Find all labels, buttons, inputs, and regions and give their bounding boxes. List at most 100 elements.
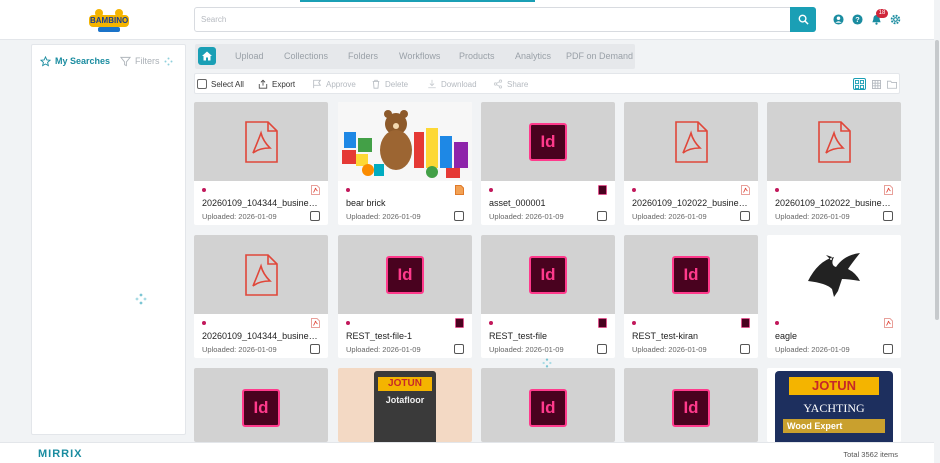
help-button[interactable]: ? — [851, 13, 863, 25]
home-icon — [202, 51, 212, 61]
indesign-type-icon — [455, 318, 464, 328]
asset-thumbnail: JOTUN YACHTING Wood Expert — [767, 368, 901, 442]
asset-card[interactable]: Id asset_000001 Uploaded: 2026-01-09 — [481, 102, 615, 225]
tab-analytics[interactable]: Analytics — [515, 51, 551, 61]
paint-can-image: JOTUN YACHTING Wood Expert — [775, 370, 893, 442]
status-dot — [775, 321, 779, 325]
asset-title: bear brick — [346, 198, 386, 208]
loading-spinner-icon — [135, 293, 147, 305]
settings-button[interactable] — [889, 13, 901, 25]
asset-select-checkbox[interactable] — [454, 344, 464, 354]
approve-button[interactable]: Approve — [312, 79, 356, 89]
status-dot — [489, 188, 493, 192]
product-label: YACHTING — [803, 400, 865, 415]
user-profile-button[interactable] — [832, 13, 844, 25]
page-scrollbar[interactable] — [934, 0, 940, 463]
status-dot — [775, 188, 779, 192]
folder-view-button[interactable] — [885, 78, 898, 90]
asset-card[interactable]: 20260109_104344_business... Uploaded: 20… — [194, 235, 328, 358]
asset-title: REST_test-file-1 — [346, 331, 413, 341]
download-label: Download — [441, 79, 477, 89]
asset-card[interactable]: 20260109_102022_business... Uploaded: 20… — [767, 102, 901, 225]
indesign-file-icon: Id — [529, 255, 567, 294]
tab-filters[interactable]: Filters — [120, 53, 173, 69]
total-items-count: Total 3562 items — [843, 450, 898, 459]
product-sub-label: Wood Expert — [783, 418, 885, 433]
product-label: Jotafloor — [385, 394, 425, 405]
folder-icon — [886, 80, 897, 89]
asset-card[interactable]: JOTUN Jotafloor — [338, 368, 472, 442]
asset-select-checkbox[interactable] — [740, 344, 750, 354]
loading-spinner-icon — [542, 358, 552, 368]
scrollbar-thumb[interactable] — [935, 40, 939, 320]
asset-card[interactable]: JOTUN YACHTING Wood Expert — [767, 368, 901, 442]
asset-thumbnail — [624, 102, 758, 181]
approve-label: Approve — [326, 79, 356, 89]
search-button[interactable] — [790, 7, 816, 32]
asset-select-checkbox[interactable] — [883, 211, 893, 221]
search-bar — [194, 7, 816, 32]
asset-card[interactable]: Id — [194, 368, 328, 442]
asset-title: 20260109_104344_business... — [202, 331, 318, 341]
export-button[interactable]: Export — [258, 79, 295, 89]
tab-pdf-on-demand[interactable]: PDF on Demand — [566, 51, 633, 61]
asset-thumbnail — [767, 102, 901, 181]
indesign-file-icon: Id — [242, 388, 280, 427]
indesign-file-icon: Id — [386, 255, 424, 294]
asset-thumbnail: Id — [481, 102, 615, 181]
tab-my-searches-label: My Searches — [55, 56, 111, 66]
bambino-logo[interactable]: BAMBINO — [86, 6, 132, 34]
home-button[interactable] — [198, 47, 216, 65]
tab-collections[interactable]: Collections — [284, 51, 328, 61]
delete-button[interactable]: Delete — [371, 79, 408, 89]
asset-select-checkbox[interactable] — [597, 211, 607, 221]
asset-card[interactable]: 20260109_102022_business... Uploaded: 20… — [624, 102, 758, 225]
select-all-checkbox[interactable]: Select All — [197, 79, 244, 89]
grid-view-button[interactable] — [853, 78, 866, 90]
image-type-icon — [455, 185, 464, 195]
asset-card[interactable]: bear brick Uploaded: 2026-01-09 — [338, 102, 472, 225]
share-label: Share — [507, 79, 529, 89]
eagle-image — [808, 252, 860, 297]
asset-card[interactable]: Id — [481, 368, 615, 442]
indesign-type-icon — [598, 318, 607, 328]
download-button[interactable]: Download — [427, 79, 477, 89]
user-icon — [832, 13, 844, 25]
asset-upload-date: Uploaded: 2026-01-09 — [346, 345, 421, 354]
table-view-button[interactable] — [870, 78, 883, 90]
status-dot — [346, 188, 350, 192]
share-button[interactable]: Share — [493, 79, 528, 89]
tab-products[interactable]: Products — [459, 51, 495, 61]
asset-select-checkbox[interactable] — [310, 344, 320, 354]
asset-card[interactable]: eagle Uploaded: 2026-01-09 — [767, 235, 901, 358]
grid-view-icon — [855, 79, 864, 89]
asset-thumbnail — [338, 102, 472, 181]
main-nav-tabs: Upload Collections Folders Workflows Pro… — [195, 44, 635, 69]
asset-card[interactable]: Id REST_test-file-1 Uploaded: 2026-01-09 — [338, 235, 472, 358]
asset-title: eagle — [775, 331, 798, 341]
share-icon — [493, 79, 503, 89]
asset-title: 20260109_104344_business... — [202, 198, 318, 208]
pdf-type-icon — [884, 185, 893, 195]
star-icon — [40, 55, 51, 67]
indesign-type-icon — [598, 185, 607, 195]
pdf-type-icon — [311, 185, 320, 195]
search-input[interactable] — [195, 8, 791, 31]
tab-workflows[interactable]: Workflows — [399, 51, 440, 61]
asset-select-checkbox[interactable] — [310, 211, 320, 221]
asset-card[interactable]: Id — [624, 368, 758, 442]
asset-select-checkbox[interactable] — [740, 211, 750, 221]
asset-card[interactable]: 20260109_104344_business... Uploaded: 20… — [194, 102, 328, 225]
asset-card[interactable]: Id REST_test-file Uploaded: 2026-01-09 — [481, 235, 615, 358]
tab-my-searches[interactable]: My Searches — [40, 53, 110, 69]
svg-text:?: ? — [855, 15, 860, 24]
asset-select-checkbox[interactable] — [597, 344, 607, 354]
tab-upload[interactable]: Upload — [235, 51, 264, 61]
pdf-type-icon — [311, 318, 320, 328]
pdf-type-icon — [741, 185, 750, 195]
asset-select-checkbox[interactable] — [883, 344, 893, 354]
pdf-file-icon — [245, 253, 278, 296]
tab-folders[interactable]: Folders — [348, 51, 378, 61]
asset-select-checkbox[interactable] — [454, 211, 464, 221]
asset-card[interactable]: Id REST_test-kiran Uploaded: 2026-01-09 — [624, 235, 758, 358]
